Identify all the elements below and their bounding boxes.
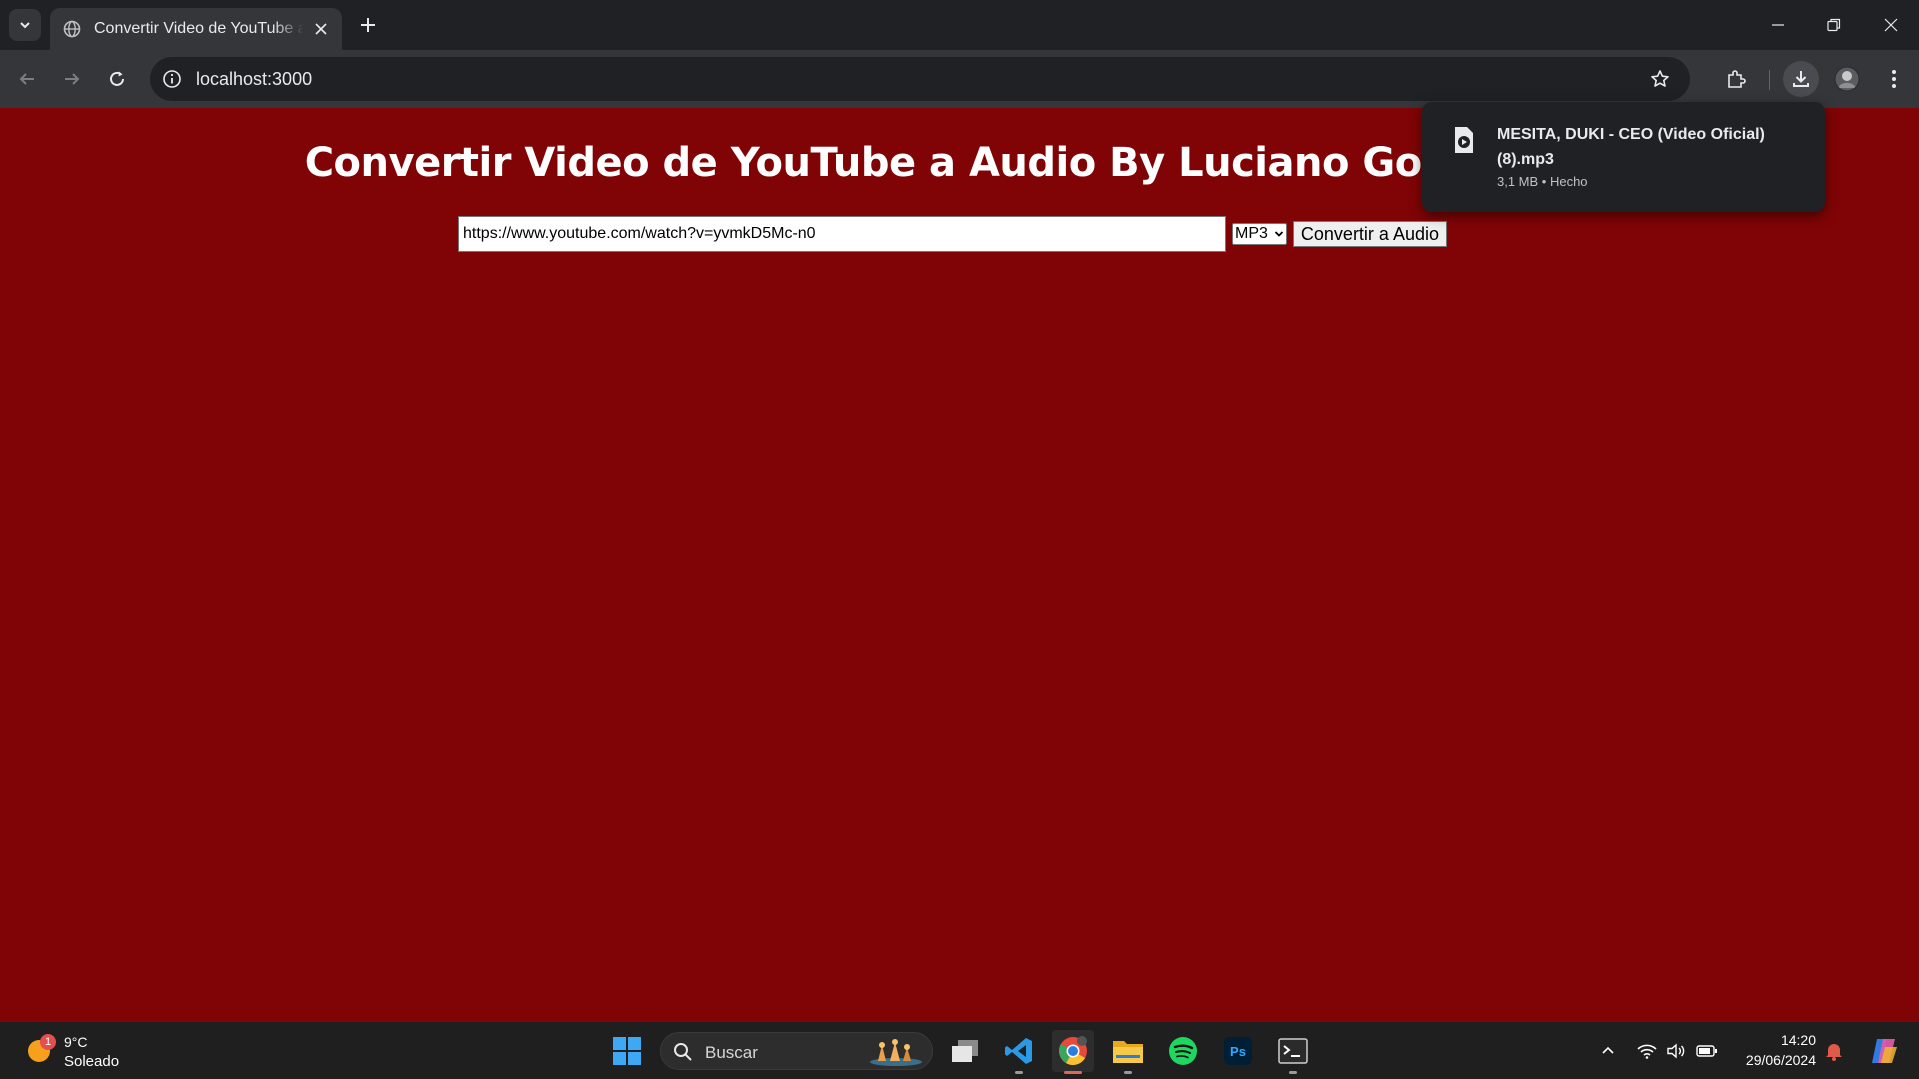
format-selected-value: MP3 [1235,225,1268,242]
download-icon [1793,71,1809,87]
running-indicator [1124,1071,1132,1074]
extensions-button[interactable] [1718,61,1754,97]
arrow-right-icon [65,73,80,85]
task-view-icon [952,1040,978,1062]
notifications-button[interactable] [1822,1039,1846,1063]
restore-button[interactable] [1806,0,1862,50]
format-select[interactable]: MP3 [1232,223,1287,245]
minimize-icon [1772,24,1784,26]
taskbar-vscode[interactable] [998,1030,1040,1074]
active-indicator [1064,1071,1082,1074]
wifi-icon [1637,1044,1657,1059]
minimize-button[interactable] [1750,0,1806,50]
tab-title: Convertir Video de YouTube a Audio [94,20,304,37]
clock-time: 14:20 [1780,1032,1816,1048]
weather-widget[interactable]: 1 9°C Soleado [24,1030,154,1072]
start-button[interactable] [606,1030,648,1072]
taskbar-task-view[interactable] [944,1030,986,1072]
puzzle-icon [1728,70,1746,88]
chevron-down-icon [1274,231,1284,237]
browser-tab-active[interactable]: Convertir Video de YouTube a Audio [50,8,342,50]
reload-icon [110,71,124,86]
taskbar-chrome[interactable] [1052,1030,1094,1074]
download-bubble[interactable]: MESITA, DUKI - CEO (Video Oficial) (8).m… [1422,102,1825,212]
svg-text:Ps: Ps [1230,1044,1246,1059]
browser-toolbar: localhost:3000 [0,50,1919,108]
forward-button[interactable] [54,61,90,97]
taskbar-photoshop[interactable]: Ps [1217,1030,1259,1072]
vscode-icon [1005,1038,1032,1064]
speaker-icon [1667,1043,1685,1059]
search-highlight-illustration [870,1039,922,1066]
back-button[interactable] [9,61,45,97]
taskbar-terminal[interactable] [1272,1030,1314,1074]
browser-tabbar: Convertir Video de YouTube a Audio [0,0,1919,50]
spotify-icon [1169,1037,1197,1065]
taskbar-spotify[interactable] [1162,1030,1204,1072]
weather-condition: Soleado [64,1053,120,1070]
running-indicator [1289,1071,1297,1074]
windows-logo-icon [613,1037,641,1065]
taskbar-file-explorer[interactable] [1107,1030,1149,1074]
download-filename: MESITA, DUKI - CEO (Video Oficial) (8).m… [1497,126,1765,168]
address-bar[interactable]: localhost:3000 [150,57,1690,101]
convert-form: MP3 Convertir a Audio [458,216,1447,252]
copilot-icon [1872,1039,1897,1063]
close-window-button[interactable] [1863,0,1919,50]
bell-icon [1826,1044,1842,1061]
search-icon [674,1043,692,1061]
tab-search-button[interactable] [9,9,41,41]
terminal-icon [1278,1038,1308,1064]
network-status[interactable] [1635,1039,1659,1063]
show-hidden-icons[interactable] [1596,1039,1620,1063]
browser-menu-button[interactable] [1876,61,1912,97]
chevron-up-icon [1602,1046,1614,1054]
chrome-icon [1059,1036,1087,1065]
toolbar-separator [1769,70,1770,90]
arrow-left-icon [19,73,34,85]
windows-taskbar: 1 9°C Soleado Buscar Ps 14:20 29/06/2024 [0,1021,1919,1079]
reload-button[interactable] [99,61,135,97]
weather-temperature: 9°C [64,1034,88,1050]
site-info-icon[interactable] [160,67,184,91]
globe-icon [62,19,82,39]
notification-badge: 1 [40,1034,56,1050]
avatar-icon [1834,66,1860,92]
search-label: Buscar [705,1043,758,1062]
download-status: 3,1 MB • Hecho [1497,174,1588,189]
copilot-button[interactable] [1868,1035,1900,1067]
plus-icon [361,18,375,32]
folder-icon [1113,1041,1143,1063]
running-indicator [1015,1071,1023,1074]
photoshop-icon: Ps [1224,1037,1252,1065]
close-icon [1884,18,1898,32]
chevron-down-icon [20,22,30,29]
clock-date: 29/06/2024 [1745,1052,1816,1068]
profile-avatar[interactable] [1829,61,1865,97]
volume-control[interactable] [1664,1039,1688,1063]
battery-status[interactable] [1695,1039,1719,1063]
tab-close-icon[interactable] [312,20,330,38]
url-text: localhost:3000 [196,69,313,89]
downloads-button[interactable] [1783,61,1819,97]
more-vertical-icon [1892,70,1896,88]
new-tab-button[interactable] [354,11,382,39]
video-url-input[interactable] [458,216,1226,252]
battery-icon [1696,1045,1717,1057]
audio-file-icon [1455,127,1473,153]
restore-icon [1827,18,1841,32]
convert-button[interactable]: Convertir a Audio [1292,221,1447,247]
system-clock[interactable]: 14:20 29/06/2024 [1736,1030,1816,1070]
taskbar-search[interactable]: Buscar [660,1032,933,1070]
bookmark-star-icon[interactable] [1648,67,1672,91]
